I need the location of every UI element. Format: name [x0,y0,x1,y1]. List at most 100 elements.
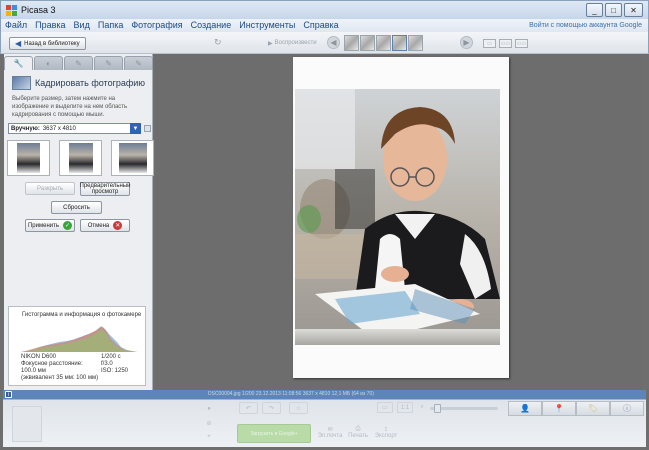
status-text: DSC00004.jpg 1/200 23.12.2013 11:08:56 3… [208,391,374,397]
zoom-slider-handle[interactable] [434,404,441,413]
window-controls: _ □ ✕ [586,3,643,17]
toolbar: ◀ Назад в библиотеку ↻ ▶ Воспроизвести ◀… [0,32,649,54]
edit-tabs: 🔧 ◐ ✎ ✎ ✎ [4,56,153,70]
crop-suggestion-thumb[interactable] [7,140,50,176]
filmstrip-thumb[interactable] [408,35,423,51]
email-button[interactable]: ✉ Эл.почта [317,422,343,442]
bottom-tray: ● ⊘ + ↶ ↷ ☆ Загрузить в Google+ ✉ Эл.поч… [3,399,646,447]
minimize-button[interactable]: _ [586,3,603,17]
photo-image[interactable] [295,89,500,345]
print-label: Печать [348,432,368,439]
crop-description: Выберите размер, затем нажмите на изобра… [12,96,128,118]
view-single-button[interactable]: ▭ [483,39,496,48]
star-button[interactable]: ☆ [289,402,308,414]
back-arrow-icon: ◀ [15,39,22,48]
properties-button[interactable]: ⓘ [610,401,644,416]
apply-label: Применить [27,222,59,229]
play-label: Воспроизвести [274,40,317,46]
tab-basic-fixes[interactable]: 🔧 [4,56,33,70]
selected-photo-tray[interactable] [12,406,42,442]
cancel-button[interactable]: Отмена ✕ [80,219,130,232]
rotate-left-button[interactable]: ↶ [239,402,258,414]
next-photo-button[interactable]: ▶ [460,36,473,49]
aperture: f/3.0 [101,361,113,367]
share-google-plus-button[interactable]: Загрузить в Google+ [237,424,311,443]
zoom-fit-button[interactable]: ▭ [377,402,393,413]
menu-tools[interactable]: Инструменты [239,20,295,30]
menu-view[interactable]: Вид [74,20,90,30]
ratio-value: 3637 x 4810 [42,125,76,132]
play-slideshow-button[interactable]: ▶ Воспроизвести [268,37,317,49]
focal-equivalent: (эквивалент 35 мм: 100 мм) [21,375,99,381]
back-to-library-label: Назад в библиотеку [24,40,80,47]
rotate-icon[interactable]: ↻ [214,37,222,48]
email-label: Эл.почта [317,432,343,439]
ratio-option-checkbox[interactable] [144,125,151,132]
tag-icon: 🏷 [587,404,599,413]
tab-extra-effects[interactable]: ✎ [124,56,153,70]
view-compare-button[interactable]: ▭▭ [499,39,512,48]
export-button[interactable]: ⇪ Экспорт [375,422,398,442]
focal-label: Фокусное расстояние: [21,361,83,367]
zoom-actual-button[interactable]: 1:1 [397,402,413,413]
crop-suggestion-thumb[interactable] [111,140,154,176]
camera-model: NIKON D600 [21,354,57,360]
google-signin-link[interactable]: Войти с помощью аккаунта Google [529,22,642,29]
menu-bar: Файл Правка Вид Папка Фотография Создани… [0,19,649,32]
print-button[interactable]: ⎙ Печать [347,422,369,442]
cancel-label: Отмена [87,222,110,229]
crop-ratio-select[interactable]: Вручную: 3637 x 4810 ▼ [8,123,141,134]
envelope-icon: ✉ [327,426,333,433]
tab-tuning[interactable]: ◐ [34,56,63,70]
uncrop-button[interactable]: Разкрыть [25,182,75,195]
previous-photo-button[interactable]: ◀ [327,36,340,49]
maximize-button[interactable]: □ [605,3,622,17]
back-to-library-button[interactable]: ◀ Назад в библиотеку [9,37,86,50]
chevron-down-icon[interactable]: ▼ [130,123,141,134]
menu-create[interactable]: Создание [191,20,232,30]
wrench-icon: 🔧 [13,59,24,68]
iso: ISO: 1250 [101,368,129,374]
map-pin-icon: 📍 [554,404,564,413]
tab-more-effects[interactable]: ✎ [94,56,123,70]
cancel-x-icon: ✕ [113,221,123,230]
crop-photo-icon [12,76,31,90]
tags-button[interactable]: 🏷 [576,401,610,416]
preview-button[interactable]: Предварительный просмотр [80,182,130,196]
filmstrip-thumb[interactable] [376,35,391,51]
add-icon[interactable]: + [204,432,214,442]
brush-icon: ✎ [75,59,82,68]
view-multi-button[interactable]: ▭▭ [515,39,528,48]
apply-button[interactable]: Применить ✓ [25,219,75,232]
reset-button[interactable]: Сбросить [51,201,102,214]
person-icon: 👤 [520,404,530,413]
title-bar: Picasa 3 _ □ ✕ [0,0,649,19]
tune-icon: ◐ [46,59,51,68]
menu-edit[interactable]: Правка [35,20,65,30]
menu-help[interactable]: Справка [303,20,338,30]
rotate-right-button[interactable]: ↷ [262,402,281,414]
histogram-graph [21,326,137,352]
filmstrip-thumb-selected[interactable] [392,35,407,51]
menu-file[interactable]: Файл [5,20,27,30]
info-icon[interactable]: i [5,391,12,398]
menu-photo[interactable]: Фотография [131,20,182,30]
right-tool-buttons: 👤 📍 🏷 ⓘ [508,401,644,416]
menu-folder[interactable]: Папка [98,20,124,30]
people-button[interactable]: 👤 [508,401,542,416]
filmstrip-thumb[interactable] [344,35,359,51]
palette-icon: ✎ [105,59,112,68]
places-button[interactable]: 📍 [542,401,576,416]
close-button[interactable]: ✕ [624,3,643,17]
histogram-panel: Гистограмма и информация о фотокамере NI… [8,306,146,386]
crop-suggestion-thumb[interactable] [59,140,102,176]
photo-preview-area[interactable] [155,54,641,390]
info-circle-icon: ⓘ [623,404,631,413]
clear-icon[interactable]: ⊘ [204,418,214,428]
printer-icon: ⎙ [355,425,361,432]
status-bar: i DSC00004.jpg 1/200 23.12.2013 11:08:56… [3,390,646,399]
hold-icon[interactable]: ● [204,404,214,414]
focal-value: 100.0 мм [21,368,46,374]
tab-effects[interactable]: ✎ [64,56,93,70]
filmstrip-thumb[interactable] [360,35,375,51]
